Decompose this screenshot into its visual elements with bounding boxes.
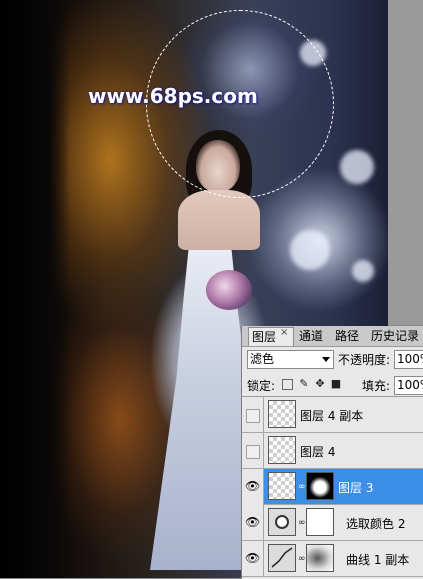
- opacity-label: 不透明度:: [338, 353, 391, 367]
- eye-icon: 👁: [245, 551, 261, 565]
- adjustment-thumbnail: [268, 508, 296, 536]
- lock-label: 锁定:: [247, 379, 276, 393]
- layers-panel: 图层 × 通道 路径 历史记录 滤色 不透明度: 100% 锁定: ✎ ✥ ■ …: [241, 326, 423, 579]
- workspace-background: [388, 0, 423, 325]
- visibility-toggle[interactable]: [242, 433, 264, 469]
- layer-row[interactable]: 图层 4 副本: [242, 397, 423, 433]
- layer-thumbnail: [268, 472, 296, 500]
- bokeh-light: [340, 150, 374, 184]
- visibility-toggle[interactable]: 👁: [242, 541, 264, 577]
- eye-icon: 👁: [245, 515, 261, 529]
- chain-link-icon[interactable]: ∞: [298, 482, 306, 492]
- fill-input[interactable]: 100%: [394, 376, 423, 395]
- lock-fill-row: 锁定: ✎ ✥ ■ 填充: 100%: [242, 374, 423, 396]
- eye-icon: 👁: [245, 479, 261, 493]
- layer-name: 选取颜色 2: [346, 517, 406, 531]
- blend-mode-value: 滤色: [250, 352, 275, 366]
- close-icon[interactable]: ×: [280, 327, 288, 338]
- tree-trunk-shadow: [0, 0, 70, 578]
- tab-paths[interactable]: 路径: [332, 327, 362, 346]
- bokeh-light: [352, 260, 374, 282]
- dropdown-caret-icon: [322, 357, 330, 362]
- layer-name: 图层 4 副本: [300, 409, 364, 423]
- layer-name: 图层 3: [338, 481, 374, 495]
- layer-mask-thumbnail[interactable]: [306, 508, 334, 536]
- flower-bouquet: [206, 270, 252, 310]
- blend-mode-select[interactable]: 滤色: [247, 350, 334, 369]
- chain-link-icon[interactable]: ∞: [298, 518, 306, 528]
- adjustment-thumbnail: [268, 544, 296, 572]
- layer-row[interactable]: 👁 ∞ 选取颜色 2: [242, 505, 423, 541]
- chain-link-icon[interactable]: ∞: [298, 554, 306, 564]
- tab-label: 通道: [299, 329, 324, 343]
- lock-all-icon[interactable]: ■: [330, 378, 342, 390]
- lock-transparent-icon[interactable]: [282, 379, 293, 390]
- layer-row[interactable]: 👁 ∞ 图层 3: [242, 469, 423, 505]
- layer-thumbnail: [268, 436, 296, 464]
- bokeh-light: [290, 230, 330, 270]
- layers-list: 图层 4 副本 图层 4 👁 ∞ 图层 3 👁 ∞ 选取颜色 2 👁 ∞ 曲线 …: [242, 396, 423, 579]
- layer-thumbnail: [268, 400, 296, 428]
- tab-history[interactable]: 历史记录: [368, 327, 423, 346]
- lock-brush-icon[interactable]: ✎: [298, 378, 310, 390]
- tab-channels[interactable]: 通道: [296, 327, 326, 346]
- tab-label: 路径: [335, 329, 360, 343]
- eye-off-box: [246, 409, 260, 423]
- layer-row[interactable]: 👁 ∞ 曲线 1 副本: [242, 541, 423, 577]
- bride-shoulders: [178, 190, 260, 250]
- layer-mask-thumbnail[interactable]: [306, 544, 334, 572]
- opacity-input[interactable]: 100%: [394, 350, 423, 369]
- visibility-toggle[interactable]: 👁: [242, 505, 264, 541]
- watermark-text: www.68ps.com: [88, 84, 258, 108]
- blend-opacity-row: 滤色 不透明度: 100%: [242, 348, 423, 372]
- lock-move-icon[interactable]: ✥: [314, 378, 326, 390]
- eye-off-box: [246, 445, 260, 459]
- layer-row[interactable]: 图层 4: [242, 433, 423, 469]
- panel-tab-bar: 图层 × 通道 路径 历史记录: [242, 326, 423, 347]
- fill-label: 填充:: [362, 379, 391, 393]
- layer-mask-thumbnail[interactable]: [306, 472, 334, 500]
- curves-icon: [271, 547, 293, 568]
- layer-name: 图层 4: [300, 445, 336, 459]
- tab-label: 历史记录: [371, 329, 420, 343]
- visibility-toggle[interactable]: [242, 397, 264, 433]
- visibility-toggle[interactable]: 👁: [242, 469, 264, 505]
- tab-label: 图层: [252, 330, 277, 344]
- layer-name: 曲线 1 副本: [346, 553, 410, 567]
